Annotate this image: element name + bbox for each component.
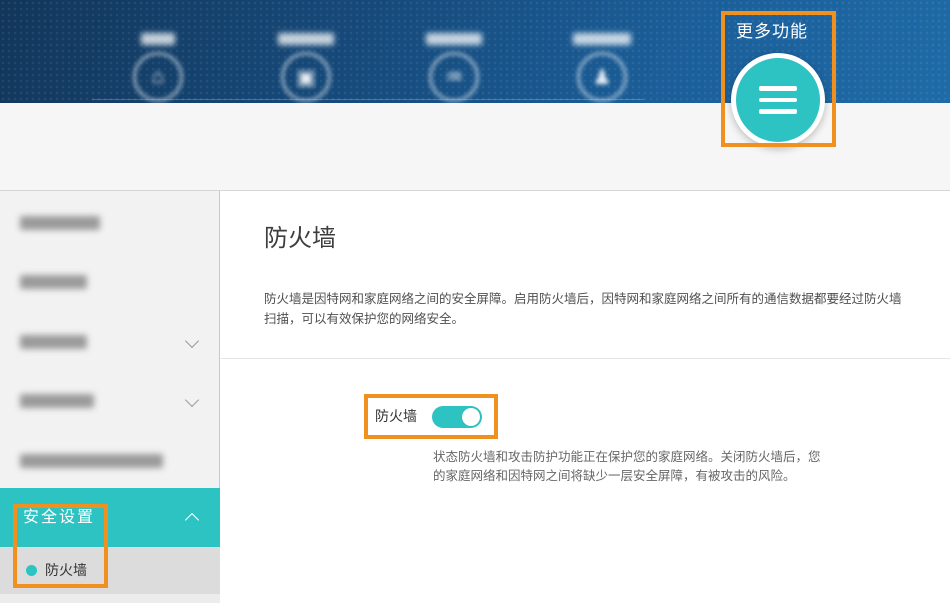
sidebar-footer-strip <box>0 594 220 603</box>
page-description: 防火墙是因特网和家庭网络之间的安全屏障。启用防火墙后，因特网和家庭网络之间所有的… <box>264 289 912 329</box>
hamburger-icon <box>759 86 797 91</box>
router-icon: ▣ <box>281 52 331 102</box>
content-area: 安全设置 防火墙 防火墙 防火墙是因特网和家庭网络之间的安全屏障。启用防火墙后，… <box>0 190 950 603</box>
nav-item-network[interactable]: ♟ <box>542 33 662 102</box>
more-features-label: 更多功能 <box>736 17 808 42</box>
sidebar-item-redacted-5[interactable] <box>0 447 220 475</box>
nav-item-router[interactable]: ▣ <box>246 33 366 102</box>
home-icon: ⌂ <box>133 52 183 102</box>
sidebar-item-firewall[interactable]: 防火墙 <box>0 547 220 594</box>
bullet-dot-icon <box>26 565 37 576</box>
network-user-icon: ♟ <box>577 52 627 102</box>
chevron-down-icon <box>185 334 199 348</box>
chevron-up-icon <box>185 513 199 527</box>
page-title: 防火墙 <box>264 218 336 253</box>
firewall-toggle-switch[interactable] <box>432 406 482 428</box>
sidebar-item-redacted-3[interactable] <box>0 328 220 356</box>
sidebar: 安全设置 防火墙 <box>0 191 220 603</box>
wifi-icon: ♒ <box>429 52 479 102</box>
sidebar-item-security-settings[interactable]: 安全设置 <box>0 488 220 547</box>
sidebar-item-redacted-2[interactable] <box>0 268 220 296</box>
nav-label-redacted <box>426 33 482 45</box>
nav-item-home[interactable]: ⌂ <box>98 33 218 102</box>
nav-label-redacted <box>141 33 175 45</box>
main-panel: 防火墙 防火墙是因特网和家庭网络之间的安全屏障。启用防火墙后，因特网和家庭网络之… <box>221 191 950 603</box>
sidebar-item-label: 安全设置 <box>23 509 95 526</box>
chevron-down-icon <box>185 393 199 407</box>
nav-label-redacted <box>573 33 631 45</box>
firewall-toggle-label: 防火墙 <box>375 394 417 439</box>
sidebar-subitem-label: 防火墙 <box>45 547 87 594</box>
router-admin-page: ⌂ ▣ ♒ ♟ 更多功能 <box>0 0 950 603</box>
nav-item-wifi[interactable]: ♒ <box>394 33 514 102</box>
firewall-toggle-help-text: 状态防火墙和攻击防护功能正在保护您的家庭网络。关闭防火墙后，您的家庭网络和因特网… <box>433 448 827 486</box>
more-features-button[interactable] <box>731 53 825 147</box>
nav-label-redacted <box>278 33 334 45</box>
sidebar-item-redacted-1[interactable] <box>0 209 220 237</box>
sidebar-item-redacted-4[interactable] <box>0 387 220 415</box>
toggle-knob <box>462 408 480 426</box>
section-divider <box>221 358 950 359</box>
